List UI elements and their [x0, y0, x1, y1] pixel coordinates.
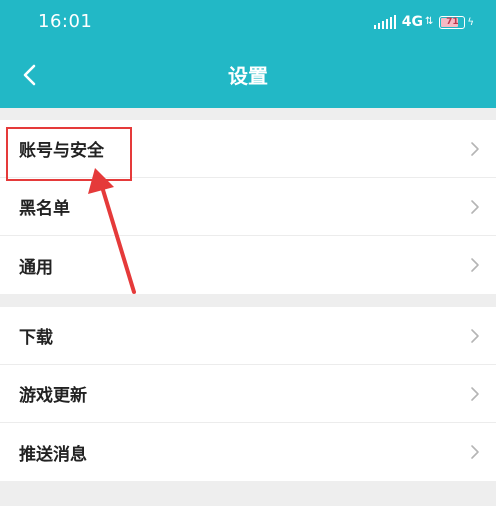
- settings-item-game-update[interactable]: 游戏更新: [0, 365, 496, 423]
- app-header: 16:01 4G ⇅ 71 ϟ 设置: [0, 0, 496, 108]
- settings-item-blacklist[interactable]: 黑名单: [0, 178, 496, 236]
- battery-level: 71: [446, 16, 459, 27]
- settings-item-push-notifications[interactable]: 推送消息: [0, 423, 496, 481]
- page-title: 设置: [228, 64, 268, 88]
- signal-icon: [373, 15, 396, 29]
- status-indicators: 4G ⇅ 71 ϟ: [373, 12, 474, 32]
- chevron-right-icon: [471, 141, 479, 156]
- settings-item-label: 黑名单: [19, 199, 70, 219]
- data-arrows-icon: ⇅: [425, 16, 434, 27]
- settings-item-label: 通用: [19, 257, 53, 278]
- settings-item-label: 账号与安全: [19, 141, 104, 161]
- chevron-right-icon: [471, 199, 479, 214]
- chevron-right-icon: [471, 386, 479, 401]
- chevron-right-icon: [471, 258, 479, 272]
- battery-icon: 71: [439, 15, 466, 29]
- chevron-right-icon: [471, 445, 479, 459]
- settings-item-label: 推送消息: [19, 444, 87, 465]
- status-bar: 16:01 4G ⇅ 71 ϟ: [0, 0, 496, 44]
- nav-bar: 设置: [0, 44, 496, 108]
- settings-item-download[interactable]: 下载: [0, 307, 496, 365]
- charging-icon: ϟ: [467, 16, 474, 28]
- settings-item-account-security[interactable]: 账号与安全: [0, 120, 496, 178]
- settings-group-1: 账号与安全 黑名单 通用: [0, 120, 496, 294]
- settings-group-2: 下载 游戏更新 推送消息: [0, 307, 496, 481]
- settings-item-label: 游戏更新: [19, 386, 87, 406]
- status-time: 16:01: [38, 11, 93, 32]
- settings-item-general[interactable]: 通用: [0, 236, 496, 294]
- network-type: 4G: [401, 14, 423, 30]
- chevron-right-icon: [471, 328, 479, 343]
- settings-item-label: 下载: [19, 328, 53, 348]
